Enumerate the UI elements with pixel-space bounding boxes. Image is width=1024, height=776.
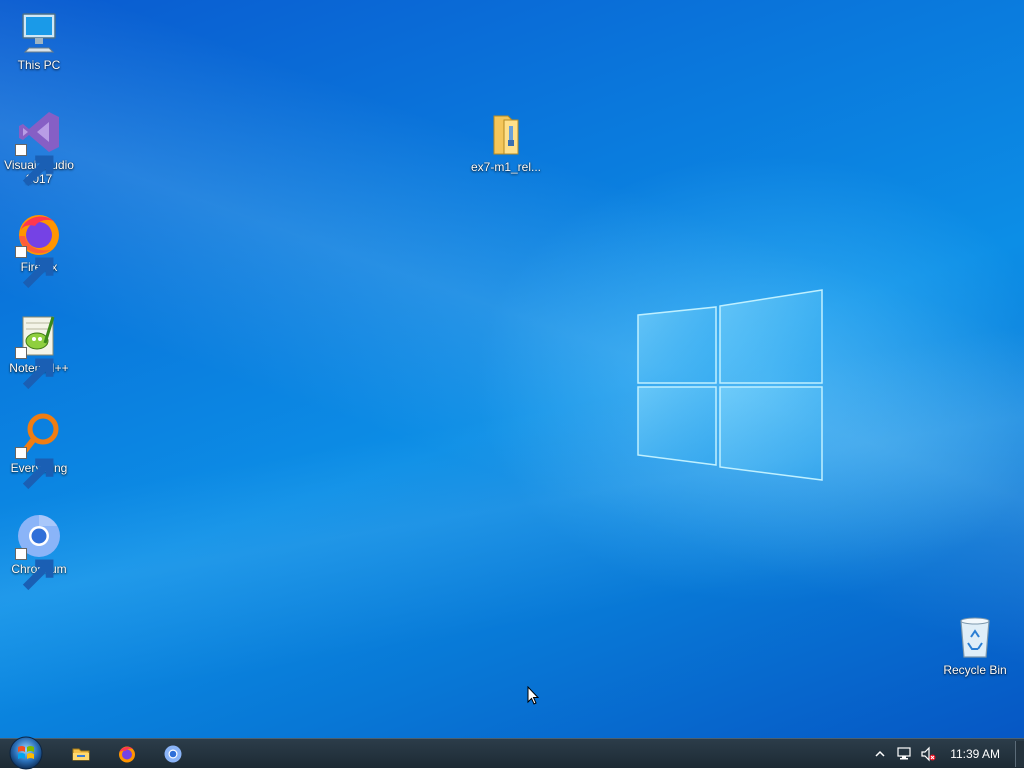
this-pc-icon (15, 8, 63, 56)
taskbar-firefox-button[interactable] (107, 742, 147, 766)
mouse-pointer-icon (527, 686, 539, 705)
firefox-icon (15, 210, 63, 289)
shortcut-arrow-icon (15, 447, 54, 490)
desktop-icon-chromium[interactable]: Chromium (1, 512, 77, 591)
volume-muted-icon[interactable] (919, 745, 937, 763)
show-desktop-button[interactable] (1015, 741, 1024, 767)
desktop-icon-label: Recycle Bin (943, 663, 1007, 677)
network-icon[interactable] (895, 745, 913, 763)
desktop-icon-firefox[interactable]: Firefox (1, 210, 77, 289)
desktop-icon-notepad-plus-plus[interactable]: Notepad++ (1, 311, 77, 390)
notepad-plus-plus-icon (15, 311, 63, 390)
desktop-background[interactable]: This PC Visual Studio 2017 Firefox Notep… (0, 0, 1024, 738)
start-button[interactable] (6, 735, 46, 771)
system-tray: 11:39 AM (868, 739, 1010, 769)
taskbar: 11:39 AM (0, 735, 1024, 771)
desktop-icon-everything[interactable]: Everything (1, 411, 77, 490)
everything-search-icon (15, 411, 63, 490)
desktop-icon-recycle-bin[interactable]: Recycle Bin (937, 613, 1013, 677)
shortcut-arrow-icon (15, 347, 54, 390)
chromium-icon (164, 745, 182, 763)
desktop-icon-label: ex7-m1_rel... (470, 160, 542, 174)
firefox-icon (119, 746, 135, 763)
taskbar-clock[interactable]: 11:39 AM (950, 747, 1000, 761)
shortcut-arrow-icon (15, 548, 54, 591)
desktop-icon-this-pc[interactable]: This PC (1, 8, 77, 72)
taskbar-file-explorer-button[interactable] (61, 742, 101, 766)
desktop-icon-folder[interactable]: ex7-m1_rel... (468, 110, 544, 174)
visual-studio-icon (15, 108, 63, 187)
taskbar-chromium-button[interactable] (153, 742, 193, 766)
file-explorer-icon (72, 748, 90, 761)
chromium-icon (15, 512, 63, 591)
desktop-icon-label: This PC (17, 58, 61, 72)
show-hidden-icons-chevron[interactable] (871, 745, 889, 763)
folder-zip-icon (482, 110, 530, 158)
windows-logo-icon (637, 289, 823, 481)
recycle-bin-icon (951, 613, 999, 661)
desktop-icon-visual-studio[interactable]: Visual Studio 2017 (1, 108, 77, 187)
shortcut-arrow-icon (15, 144, 54, 187)
shortcut-arrow-icon (15, 246, 54, 289)
windows-start-orb-icon (9, 736, 43, 770)
